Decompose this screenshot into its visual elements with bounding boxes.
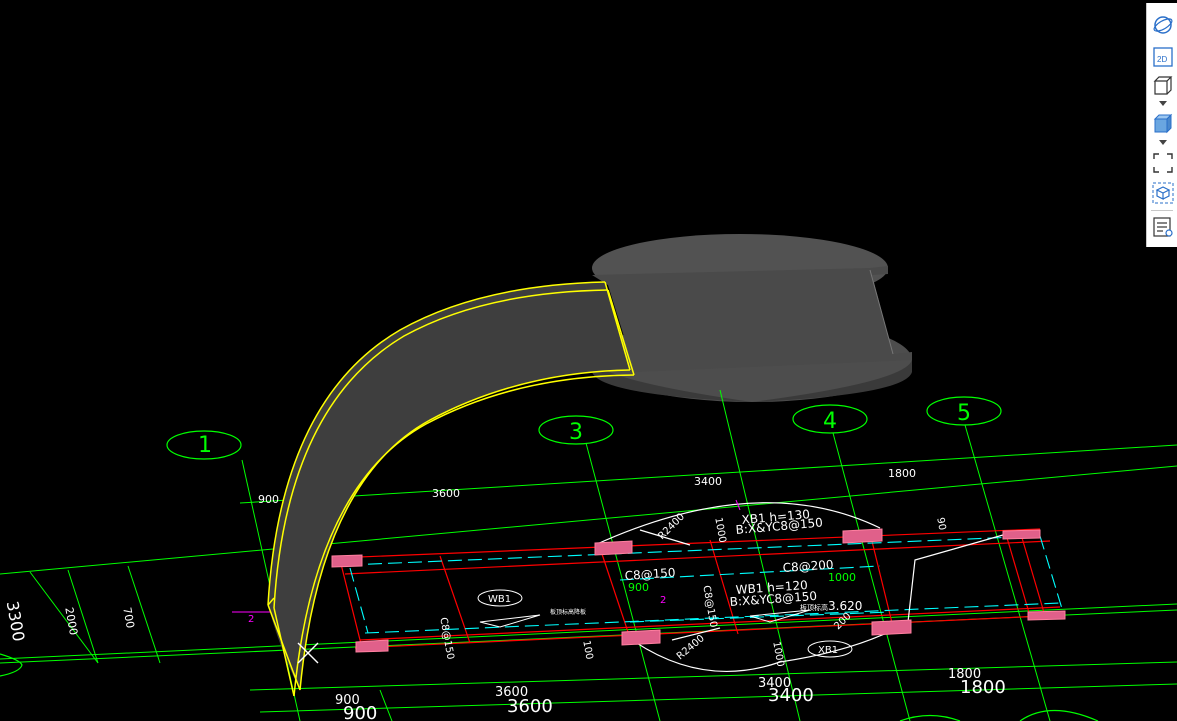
svg-text:C8@200: C8@200 — [782, 557, 834, 575]
list-view-icon — [1153, 217, 1173, 237]
2d-view-button[interactable]: 2D — [1151, 45, 1175, 69]
svg-text:1800: 1800 — [888, 467, 916, 480]
svg-text:3400: 3400 — [768, 685, 814, 706]
svg-text:700: 700 — [120, 606, 136, 629]
svg-text:100: 100 — [580, 640, 594, 661]
elevation-arrows — [479, 609, 811, 628]
svg-text:1800: 1800 — [960, 677, 1006, 698]
svg-text:WB1: WB1 — [488, 594, 511, 605]
slab-dashed-outline[interactable] — [347, 535, 1064, 634]
dimension-texts-left: 3300 2000 700 — [3, 600, 137, 643]
svg-text:R2400: R2400 — [675, 633, 707, 662]
svg-text:2: 2 — [248, 614, 254, 625]
svg-text:3300: 3300 — [3, 600, 29, 643]
svg-text:板顶标高降板: 板顶标高降板 — [550, 608, 586, 616]
svg-text:C8@150: C8@150 — [700, 585, 718, 629]
svg-text:900: 900 — [343, 703, 377, 721]
sphere-icon — [1153, 16, 1173, 34]
svg-text:1000: 1000 — [712, 517, 727, 544]
zoom-extents-button[interactable] — [1151, 151, 1175, 175]
svg-text:1000: 1000 — [770, 641, 785, 668]
2d-icon: 2D — [1153, 47, 1173, 67]
fullscreen-icon — [1153, 153, 1173, 173]
selected-cube-button[interactable] — [1151, 181, 1175, 205]
cad-3d-viewport[interactable]: 1 3 4 5 900 3600 3400 1800 900 3600 3400… — [0, 0, 1177, 721]
grid-lines — [0, 389, 1177, 721]
wireframe-cube-icon — [1153, 76, 1173, 95]
shaded-cube-button[interactable] — [1151, 111, 1175, 135]
view-toolbar: 2D — [1146, 3, 1177, 247]
circular-slab-mesh[interactable] — [592, 234, 912, 402]
toolbar-divider — [1151, 210, 1173, 211]
orbit-view-button[interactable] — [1151, 13, 1175, 37]
svg-text:板顶标高: 板顶标高 — [800, 603, 828, 612]
cad-drawing-canvas[interactable]: 1 3 4 5 900 3600 3400 1800 900 3600 3400… — [0, 0, 1177, 721]
dimension-texts-bottom: 900 3600 3400 1800 — [335, 667, 981, 708]
svg-text:1000: 1000 — [828, 571, 856, 584]
axis-label-5: 5 — [957, 401, 971, 426]
svg-text:2: 2 — [660, 595, 666, 606]
svg-text:3600: 3600 — [507, 696, 553, 717]
svg-text:900: 900 — [628, 581, 649, 594]
axis-label-3: 3 — [569, 420, 583, 445]
svg-text:3400: 3400 — [694, 475, 722, 488]
svg-text:XB1: XB1 — [818, 645, 838, 656]
selection-box-icon — [1152, 182, 1174, 204]
svg-text:90: 90 — [934, 517, 947, 531]
wireframe-cube-button[interactable] — [1151, 73, 1175, 97]
svg-text:3600: 3600 — [432, 487, 460, 500]
chevron-down-icon[interactable] — [1159, 140, 1167, 146]
chevron-down-icon[interactable] — [1159, 101, 1167, 107]
svg-text:900: 900 — [258, 493, 279, 506]
axis-label-1: 1 — [198, 433, 212, 458]
svg-text:2000: 2000 — [62, 606, 80, 636]
svg-text:2D: 2D — [1157, 55, 1167, 64]
properties-list-button[interactable] — [1151, 215, 1175, 239]
shaded-cube-icon — [1153, 113, 1173, 134]
axis-label-4: 4 — [823, 409, 837, 434]
